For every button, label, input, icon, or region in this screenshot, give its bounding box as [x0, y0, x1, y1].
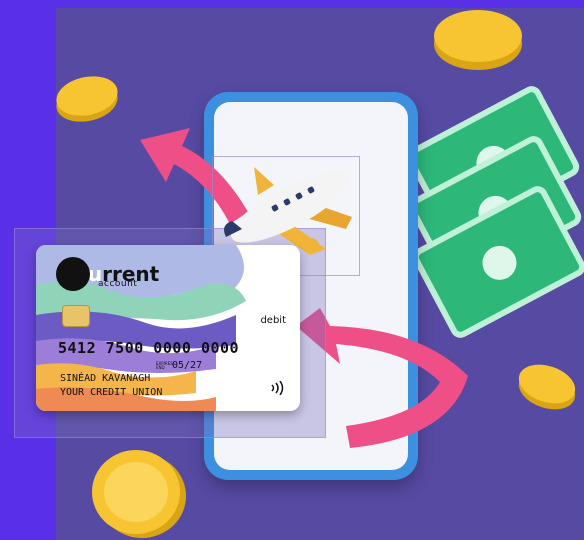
coin-icon — [92, 450, 186, 538]
card-number: 5412 7500 0000 0000 — [58, 339, 240, 357]
contactless-icon — [271, 381, 284, 395]
coin-icon — [56, 76, 118, 122]
card-holder-name: SINÉAD KAVANAGH — [60, 373, 151, 384]
logo-circle — [56, 257, 90, 291]
card-expiry-label: EXPIRES END — [156, 361, 173, 370]
chip-icon — [62, 305, 90, 327]
coin-icon — [518, 364, 576, 410]
card-brand-sub: account — [98, 279, 138, 289]
card-issuer: YOUR CREDIT UNION — [60, 387, 163, 398]
card-type: debit — [260, 315, 286, 326]
card-expiry: 05/27 — [172, 360, 203, 371]
coin-icon — [434, 10, 522, 70]
debit-card: current account debit 5412 7500 0000 000… — [36, 245, 300, 411]
